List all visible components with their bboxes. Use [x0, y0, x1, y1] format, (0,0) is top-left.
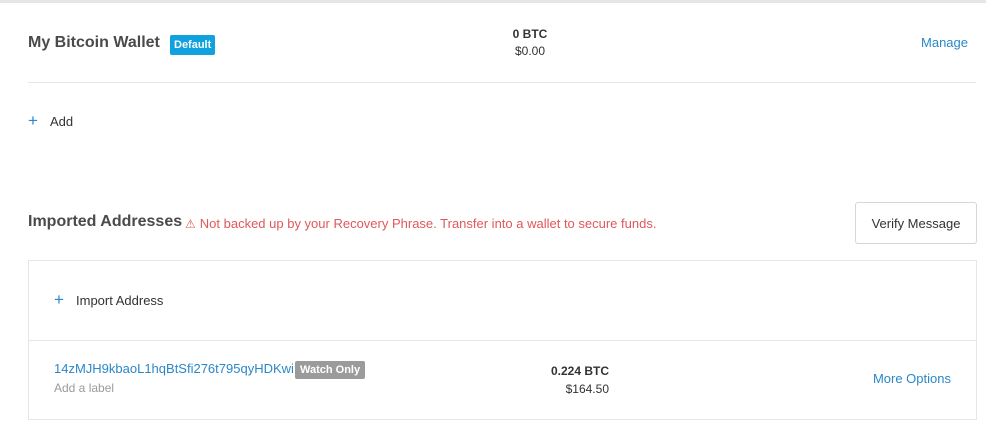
address-balance-usd: $164.50	[565, 382, 609, 396]
verify-message-button[interactable]: Verify Message	[855, 202, 977, 244]
wallet-balance-btc: 0 BTC	[512, 27, 548, 41]
wallet-name: My Bitcoin Wallet	[28, 34, 160, 51]
wallet-row: My Bitcoin Wallet Default 0 BTC $0.00 Ma…	[28, 22, 976, 82]
add-wallet-button[interactable]: + Add	[28, 111, 74, 130]
plus-icon: +	[54, 290, 64, 309]
imported-addresses-box: + Import Address 14zMJH9kbaoL1hqBtSfi276…	[28, 260, 977, 420]
add-label: Add	[50, 113, 74, 129]
backup-warning: ⚠ Not backed up by your Recovery Phrase.…	[185, 216, 656, 231]
plus-icon: +	[28, 111, 38, 130]
address-balance-btc: 0.224 BTC	[550, 364, 609, 378]
watch-only-badge: Watch Only	[295, 361, 366, 379]
imported-addresses-title: Imported Addresses	[28, 213, 183, 230]
divider	[28, 82, 976, 83]
manage-link[interactable]: Manage	[921, 35, 968, 50]
warning-icon: ⚠	[185, 216, 196, 231]
address-row: 14zMJH9kbaoL1hqBtSfi276t795qyHDKwi Watch…	[29, 341, 976, 419]
import-address-label: Import Address	[76, 292, 164, 308]
warning-text: Not backed up by your Recovery Phrase. T…	[199, 216, 657, 231]
import-address-button[interactable]: + Import Address	[54, 290, 164, 309]
default-badge: Default	[170, 35, 216, 55]
add-label-field[interactable]: Add a label	[54, 381, 114, 395]
top-border	[0, 0, 986, 3]
wallet-balance: 0 BTC $0.00	[468, 26, 592, 60]
more-options-link[interactable]: More Options	[873, 371, 951, 386]
wallet-balance-usd: $0.00	[514, 44, 546, 58]
address-link[interactable]: 14zMJH9kbaoL1hqBtSfi276t795qyHDKwi	[54, 361, 294, 376]
address-balance: 0.224 BTC $164.50	[509, 362, 609, 398]
